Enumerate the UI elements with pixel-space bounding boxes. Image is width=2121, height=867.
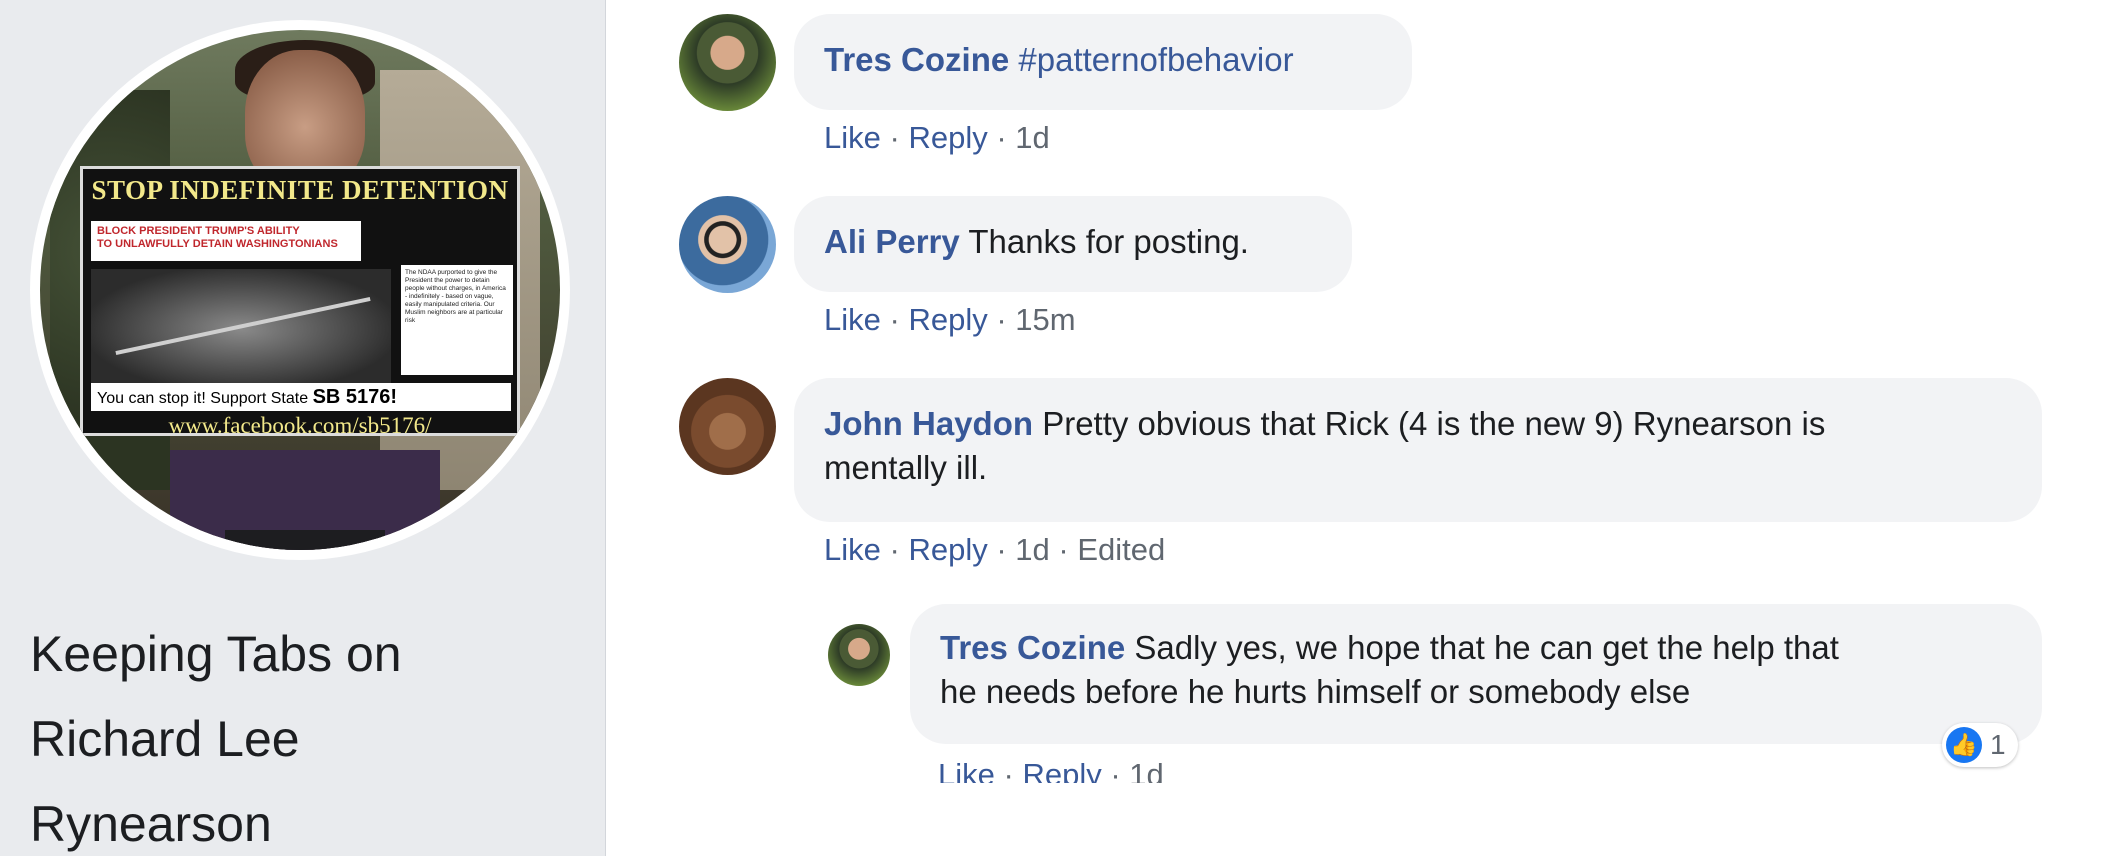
comment-text-line-2: mentally ill. bbox=[824, 449, 988, 486]
comment-bubble: Tres Cozine #patternofbehavior bbox=[794, 14, 1412, 110]
separator: · bbox=[889, 302, 900, 337]
profile-photo: STOP INDEFINITE DETENTION BLOCK PRESIDEN… bbox=[40, 30, 560, 550]
comment-author[interactable]: John Haydon bbox=[824, 405, 1033, 442]
comment-bubble: John Haydon Pretty obvious that Rick (4 … bbox=[794, 378, 2042, 522]
avatar[interactable] bbox=[679, 378, 776, 475]
reply-link[interactable]: Reply bbox=[908, 532, 987, 567]
thumbs-up-icon: 👍 bbox=[1946, 727, 1982, 763]
protest-sign: STOP INDEFINITE DETENTION BLOCK PRESIDEN… bbox=[80, 166, 520, 438]
avatar[interactable] bbox=[679, 14, 776, 111]
comment-timestamp[interactable]: 1d bbox=[1015, 120, 1049, 155]
comment-bubble: Ali Perry Thanks for posting. bbox=[794, 196, 1352, 292]
reply-actions-clip: Like · Reply · 1d bbox=[900, 755, 1800, 783]
separator: · bbox=[996, 532, 1007, 567]
reply-link[interactable]: Reply bbox=[1022, 757, 1101, 783]
reaction-count: 1 bbox=[1990, 729, 2006, 760]
separator: · bbox=[1058, 532, 1069, 567]
like-link[interactable]: Like bbox=[938, 757, 995, 783]
page-title[interactable]: Keeping Tabs on Richard Lee Rynearson bbox=[30, 612, 550, 867]
reply-bubble: Tres Cozine Sadly yes, we hope that he c… bbox=[910, 604, 2042, 744]
avatar[interactable] bbox=[828, 624, 890, 686]
separator: · bbox=[889, 120, 900, 155]
page-profile-picture[interactable]: STOP INDEFINITE DETENTION BLOCK PRESIDEN… bbox=[30, 20, 570, 560]
separator: · bbox=[1110, 757, 1121, 783]
reaction-badge[interactable]: 👍 1 bbox=[1942, 723, 2018, 767]
reply-link[interactable]: Reply bbox=[908, 302, 987, 337]
comment-author[interactable]: Ali Perry bbox=[824, 223, 960, 260]
sign-bill: SB 5176! bbox=[312, 386, 398, 408]
photo-person-legs bbox=[225, 530, 385, 550]
comment-timestamp[interactable]: 15m bbox=[1015, 302, 1075, 337]
comment-text: Thanks for posting. bbox=[968, 223, 1249, 260]
reply-author[interactable]: Tres Cozine bbox=[940, 629, 1125, 666]
sign-stop-label: You can stop it! Support State bbox=[97, 390, 309, 407]
comment-timestamp[interactable]: 1d bbox=[1015, 532, 1049, 567]
sign-stop-text: You can stop it! Support State SB 5176! bbox=[91, 383, 511, 411]
sign-barbed-wire-image bbox=[91, 269, 391, 389]
edited-label[interactable]: Edited bbox=[1077, 532, 1165, 567]
reply-text-line-1: Sadly yes, we hope that he can get the h… bbox=[1134, 629, 1839, 666]
reply-actions: Like · Reply · 1d bbox=[938, 755, 1164, 783]
sign-red-line-2: TO UNLAWFULLY DETAIN WASHINGTONIANS bbox=[97, 238, 338, 250]
sign-title: STOP INDEFINITE DETENTION bbox=[91, 175, 509, 205]
reply-timestamp[interactable]: 1d bbox=[1129, 757, 1163, 783]
separator: · bbox=[1003, 757, 1014, 783]
comment-actions: Like · Reply · 15m bbox=[824, 300, 1076, 340]
sign-note: The NDAA purported to give the President… bbox=[401, 265, 513, 375]
reply-link[interactable]: Reply bbox=[908, 120, 987, 155]
sign-red-text: BLOCK PRESIDENT TRUMP'S ABILITY TO UNLAW… bbox=[91, 221, 361, 261]
sign-url: www.facebook.com/sb5176/ bbox=[168, 413, 432, 438]
separator: · bbox=[996, 302, 1007, 337]
comment-text-line-1: Pretty obvious that Rick (4 is the new 9… bbox=[1042, 405, 1826, 442]
like-link[interactable]: Like bbox=[824, 120, 881, 155]
comment-actions: Like · Reply · 1d · Edited bbox=[824, 530, 1165, 570]
comment-author[interactable]: Tres Cozine bbox=[824, 41, 1009, 78]
comment-actions: Like · Reply · 1d bbox=[824, 118, 1050, 158]
avatar[interactable] bbox=[679, 196, 776, 293]
page-sidebar: STOP INDEFINITE DETENTION BLOCK PRESIDEN… bbox=[0, 0, 606, 856]
reply-text-line-2: he needs before he hurts himself or some… bbox=[940, 673, 1691, 710]
separator: · bbox=[889, 532, 900, 567]
like-link[interactable]: Like bbox=[824, 532, 881, 567]
comment-hashtag[interactable]: #patternofbehavior bbox=[1018, 41, 1293, 78]
sign-red-line-1: BLOCK PRESIDENT TRUMP'S ABILITY bbox=[97, 225, 300, 237]
separator: · bbox=[996, 120, 1007, 155]
like-link[interactable]: Like bbox=[824, 302, 881, 337]
